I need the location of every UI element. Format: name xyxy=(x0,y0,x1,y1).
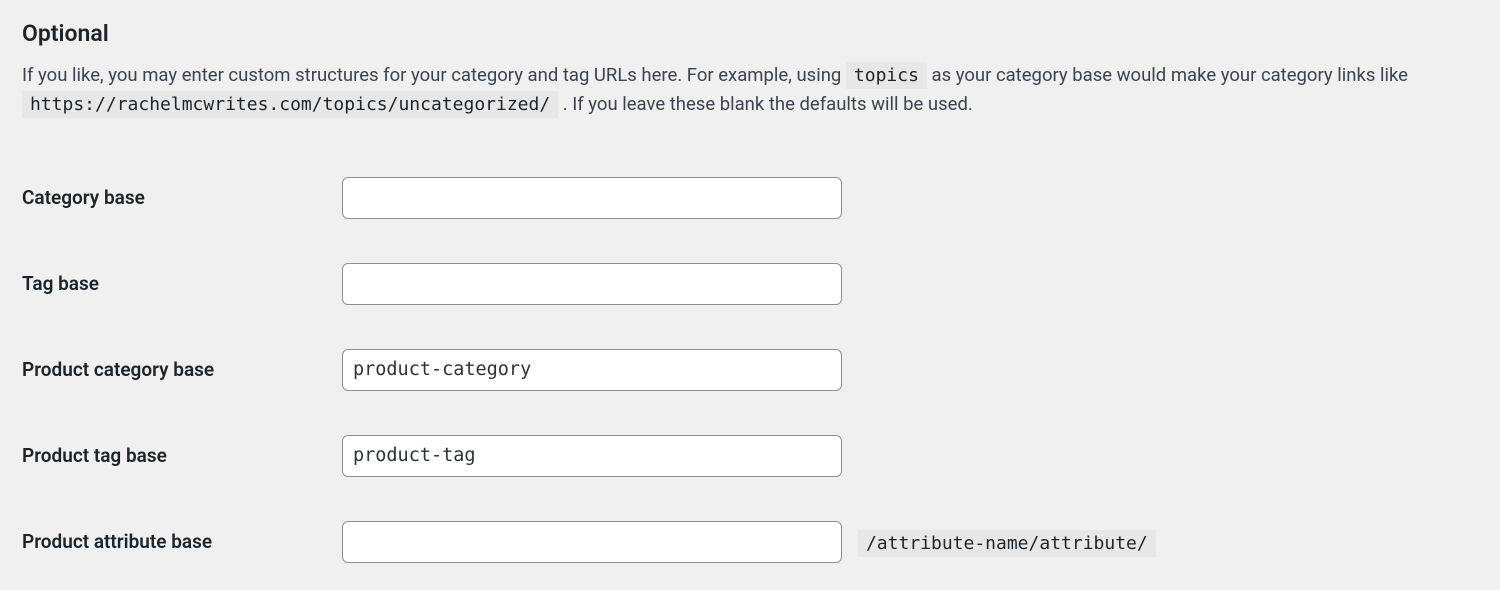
product-category-base-input[interactable] xyxy=(342,349,842,391)
desc-text-1: If you like, you may enter custom struct… xyxy=(22,64,846,86)
label-category-base: Category base xyxy=(22,186,145,209)
section-heading: Optional xyxy=(22,20,1478,47)
desc-code-url: https://rachelmcwrites.com/topics/uncate… xyxy=(22,91,558,118)
desc-text-2: as your category base would make your ca… xyxy=(932,64,1408,86)
label-tag-base: Tag base xyxy=(22,272,99,295)
optional-form-table: Category base Tag base Product category … xyxy=(22,155,1478,585)
row-tag-base: Tag base xyxy=(22,241,1478,327)
section-description: If you like, you may enter custom struct… xyxy=(22,61,1478,119)
desc-text-3: . If you leave these blank the defaults … xyxy=(563,93,973,115)
label-product-attribute-base: Product attribute base xyxy=(22,530,212,553)
row-product-attribute-base: Product attribute base /attribute-name/a… xyxy=(22,499,1478,585)
desc-code-topics: topics xyxy=(846,62,927,89)
row-product-category-base: Product category base xyxy=(22,327,1478,413)
category-base-input[interactable] xyxy=(342,177,842,219)
product-attribute-base-suffix: /attribute-name/attribute/ xyxy=(858,530,1156,557)
product-tag-base-input[interactable] xyxy=(342,435,842,477)
row-product-tag-base: Product tag base xyxy=(22,413,1478,499)
label-product-tag-base: Product tag base xyxy=(22,444,167,467)
product-attribute-base-input[interactable] xyxy=(342,521,842,563)
label-product-category-base: Product category base xyxy=(22,358,214,381)
tag-base-input[interactable] xyxy=(342,263,842,305)
optional-section: Optional If you like, you may enter cust… xyxy=(0,0,1500,585)
row-category-base: Category base xyxy=(22,155,1478,241)
